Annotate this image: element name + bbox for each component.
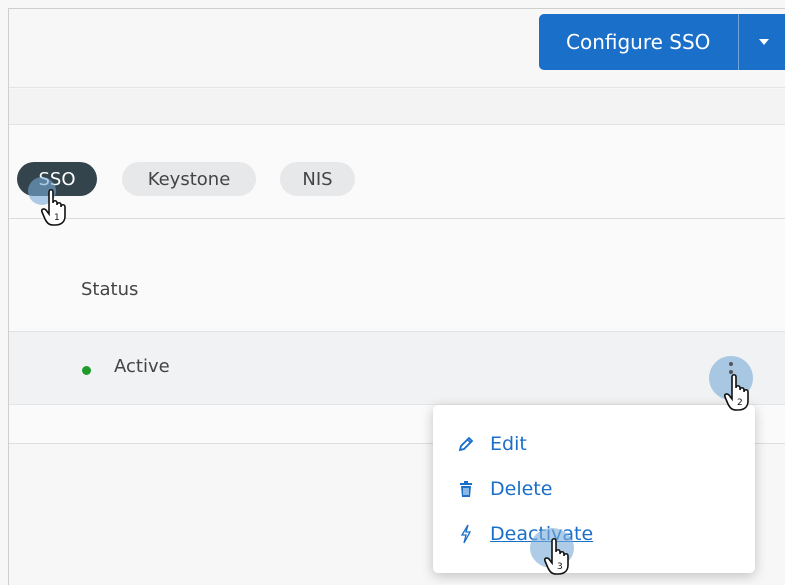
tab-nis-label: NIS [302, 168, 333, 190]
step-number-2: 2 [737, 398, 743, 408]
toolbar-spacer [9, 89, 785, 125]
app-frame: Configure SSO SSO Keystone NIS Status Ac… [8, 8, 785, 585]
kebab-dot [729, 362, 733, 366]
top-toolbar: Configure SSO [9, 9, 785, 88]
step-number-3: 3 [557, 562, 563, 572]
provider-tabs: SSO Keystone NIS [9, 125, 785, 219]
menu-item-edit[interactable]: Edit [455, 429, 527, 459]
table-row: Active [9, 332, 785, 405]
menu-item-delete-label: Delete [490, 478, 553, 500]
lightning-icon [455, 524, 477, 544]
menu-item-edit-label: Edit [490, 433, 527, 455]
status-column-header[interactable]: Status [81, 279, 138, 300]
table-header: Status [9, 219, 785, 332]
menu-item-delete[interactable]: Delete [455, 474, 552, 504]
pencil-icon [455, 435, 477, 453]
configure-dropdown-toggle[interactable] [739, 14, 785, 70]
pointer-hand-icon: 2 [723, 373, 757, 413]
pointer-hand-icon: 3 [543, 537, 577, 577]
status-indicator-dot [82, 366, 91, 375]
tab-keystone-label: Keystone [147, 168, 231, 190]
configure-sso-split-button[interactable]: Configure SSO [539, 14, 785, 70]
tab-nis[interactable]: NIS [280, 162, 355, 196]
status-value: Active [114, 356, 170, 377]
configure-sso-button[interactable]: Configure SSO [539, 30, 738, 54]
tab-keystone[interactable]: Keystone [122, 162, 256, 196]
trash-icon [455, 480, 477, 498]
pointer-hand-icon: 1 [40, 188, 74, 228]
row-actions-menu: Edit Delete Deactivate [433, 405, 755, 573]
caret-down-icon [758, 39, 769, 45]
step-number-1: 1 [54, 213, 60, 223]
